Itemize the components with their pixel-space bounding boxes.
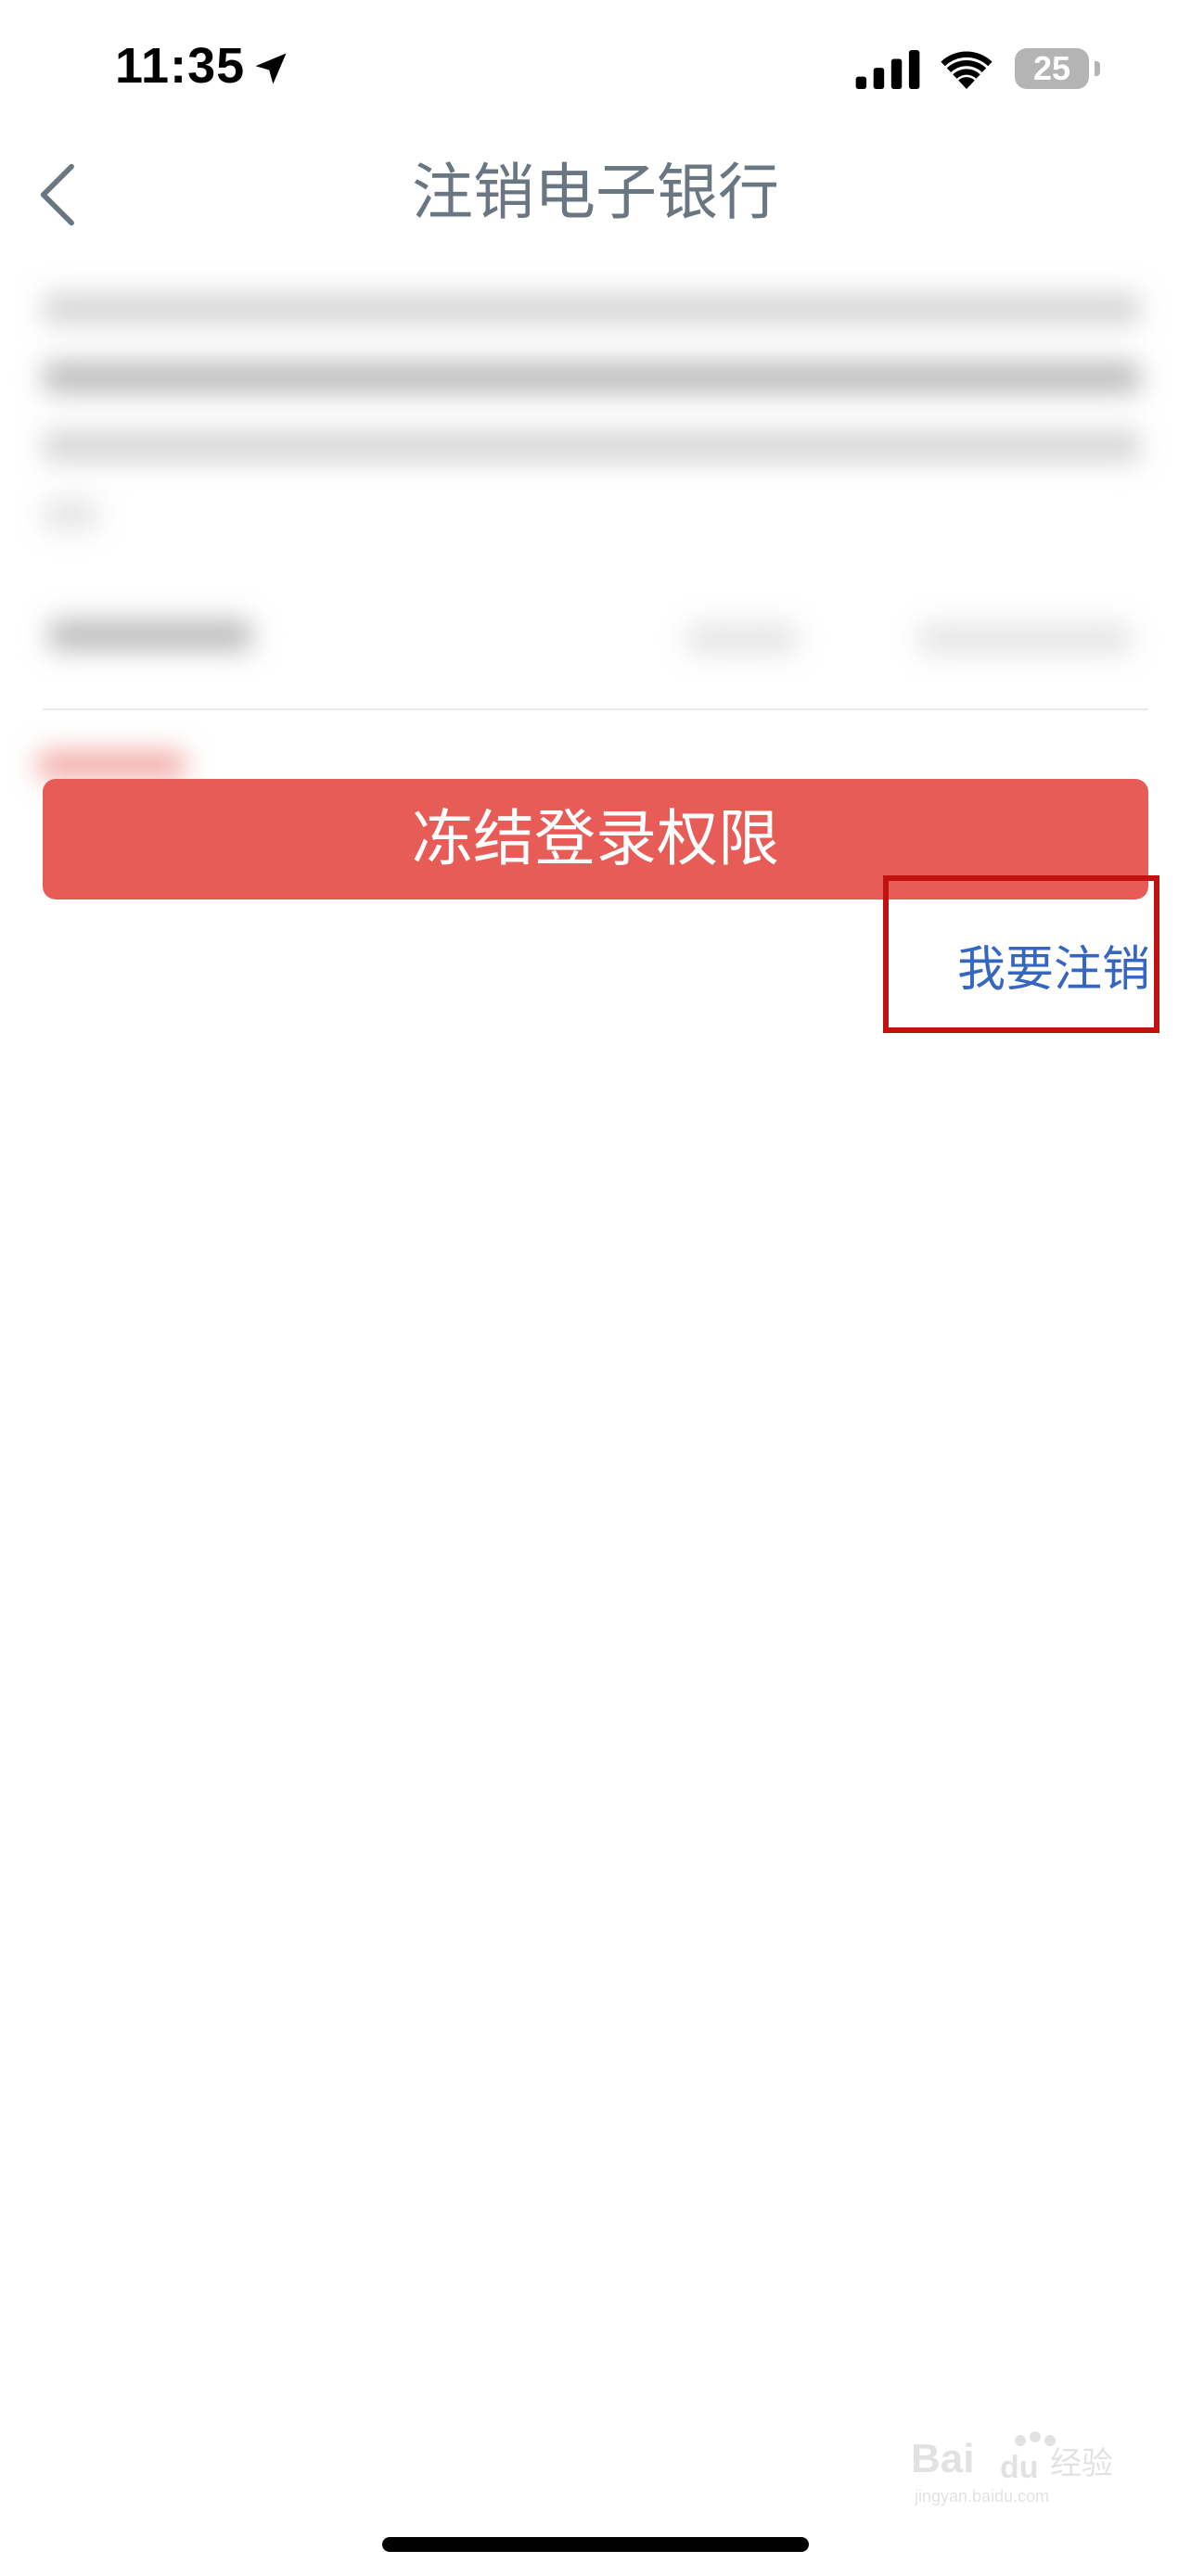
divider: [43, 708, 1148, 710]
wifi-icon: [941, 51, 992, 89]
baidu-watermark-logo: Bai du 经验 jingyan.baidu.com: [911, 2431, 1113, 2506]
blurred-info-area: [0, 260, 1191, 779]
page-title: 注销电子银行: [412, 157, 779, 228]
battery-level: 25: [1032, 49, 1071, 87]
battery-cap: [1095, 61, 1100, 76]
location-arrow-icon: [255, 53, 287, 84]
status-bar: 11:35 25: [0, 0, 1191, 139]
signal-icon: [855, 50, 920, 89]
svg-text:jingyan.baidu.com: jingyan.baidu.com: [914, 2487, 1049, 2506]
svg-text:du: du: [1000, 2450, 1039, 2485]
battery-icon: 25: [1015, 48, 1089, 89]
svg-text:Bai: Bai: [911, 2436, 974, 2481]
highlight-annotation: [883, 875, 1159, 1033]
home-indicator[interactable]: [382, 2537, 809, 2552]
svg-text:经验: 经验: [1050, 2445, 1113, 2482]
status-time: 11:35: [115, 38, 246, 94]
